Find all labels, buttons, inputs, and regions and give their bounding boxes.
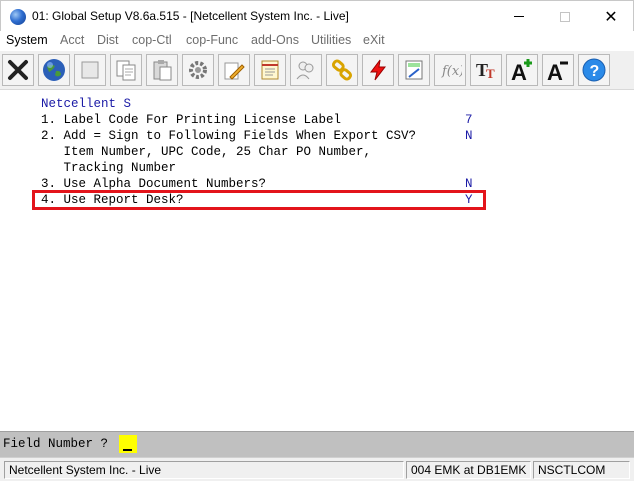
help-icon: ? bbox=[582, 58, 606, 82]
menu-acct[interactable]: Acct bbox=[60, 33, 84, 47]
menu-exit[interactable]: eXit bbox=[363, 33, 385, 47]
option-1-label: 1. Label Code For Printing License Label bbox=[41, 113, 342, 127]
status-user: 004 EMK at DB1EMK bbox=[406, 461, 531, 479]
help-button[interactable]: ? bbox=[578, 54, 610, 86]
status-database: NSCTLCOM bbox=[533, 461, 630, 479]
svg-text:f(x): f(x) bbox=[441, 64, 462, 79]
minimize-icon bbox=[514, 16, 524, 17]
menu-utilities[interactable]: Utilities bbox=[311, 33, 351, 47]
svg-text:?: ? bbox=[590, 63, 600, 80]
maximize-button[interactable] bbox=[542, 1, 588, 32]
notepad-icon bbox=[261, 60, 279, 80]
copy-icon bbox=[116, 60, 136, 81]
paste-icon bbox=[153, 60, 172, 81]
users-button[interactable] bbox=[290, 54, 322, 86]
close-window-button[interactable]: ✕ bbox=[588, 1, 634, 32]
globe-icon bbox=[43, 59, 65, 81]
font-increase-button[interactable]: A bbox=[506, 54, 538, 86]
menu-system[interactable]: System bbox=[6, 33, 48, 47]
notepad-button[interactable] bbox=[254, 54, 286, 86]
font-icon: T T bbox=[476, 60, 495, 81]
highlight-annotation-box bbox=[32, 190, 486, 210]
lightning-icon bbox=[370, 59, 387, 81]
option-1-value: 7 bbox=[465, 113, 473, 127]
menu-cop-ctl[interactable]: cop-Ctl bbox=[132, 33, 172, 47]
option-2-value: N bbox=[465, 129, 473, 143]
exit-button[interactable] bbox=[2, 54, 34, 86]
screen-header: Netcellent S bbox=[41, 97, 132, 111]
copy-button[interactable] bbox=[110, 54, 142, 86]
maximize-icon bbox=[560, 11, 570, 22]
text-cursor bbox=[123, 449, 132, 451]
window-title: 01: Global Setup V8.6a.515 - [Netcellent… bbox=[32, 9, 349, 23]
font-decrease-icon: A bbox=[547, 60, 568, 83]
blank-page-icon bbox=[81, 61, 99, 79]
menu-dist[interactable]: Dist bbox=[97, 33, 119, 47]
calculator-button[interactable] bbox=[398, 54, 430, 86]
close-icon: ✕ bbox=[604, 8, 618, 26]
link-button[interactable] bbox=[326, 54, 358, 86]
svg-text:T: T bbox=[486, 66, 495, 81]
prompt-bar: Field Number ? bbox=[0, 431, 634, 457]
font-decrease-button[interactable]: A bbox=[542, 54, 574, 86]
status-bar: Netcellent System Inc. - Live 004 EMK at… bbox=[0, 457, 634, 481]
menu-bar: System Acct Dist cop-Ctl cop-Func add-On… bbox=[0, 31, 634, 51]
users-icon bbox=[296, 61, 314, 80]
prompt-label: Field Number ? bbox=[3, 437, 116, 451]
font-increase-icon: A bbox=[511, 59, 532, 83]
settings-button[interactable] bbox=[182, 54, 214, 86]
option-2-detail-line-2: Tracking Number bbox=[41, 161, 177, 175]
status-company: Netcellent System Inc. - Live bbox=[4, 461, 404, 479]
calculator-icon bbox=[405, 60, 423, 80]
edit-pencil-icon bbox=[224, 62, 245, 80]
option-2-label: 2. Add = Sign to Following Fields When E… bbox=[41, 129, 417, 143]
toolbar: f(x) T T A A ? bbox=[0, 51, 634, 90]
title-bar: 01: Global Setup V8.6a.515 - [Netcellent… bbox=[0, 0, 634, 31]
app-globe-icon bbox=[10, 9, 26, 25]
close-x-icon bbox=[8, 60, 28, 80]
edit-button[interactable] bbox=[218, 54, 250, 86]
function-icon: f(x) bbox=[441, 64, 462, 79]
font-button[interactable]: T T bbox=[470, 54, 502, 86]
globe-button[interactable] bbox=[38, 54, 70, 86]
paste-button[interactable] bbox=[146, 54, 178, 86]
settings-icon bbox=[189, 61, 207, 79]
menu-cop-func[interactable]: cop-Func bbox=[186, 33, 238, 47]
menu-add-ons[interactable]: add-Ons bbox=[251, 33, 299, 47]
blank-button[interactable] bbox=[74, 54, 106, 86]
function-button[interactable]: f(x) bbox=[434, 54, 466, 86]
option-2-detail-line-1: Item Number, UPC Code, 25 Char PO Number… bbox=[41, 145, 372, 159]
chain-link-icon bbox=[331, 59, 353, 81]
terminal-screen: Netcellent S 1. Label Code For Printing … bbox=[0, 91, 634, 431]
lightning-button[interactable] bbox=[362, 54, 394, 86]
minimize-button[interactable] bbox=[496, 1, 542, 32]
